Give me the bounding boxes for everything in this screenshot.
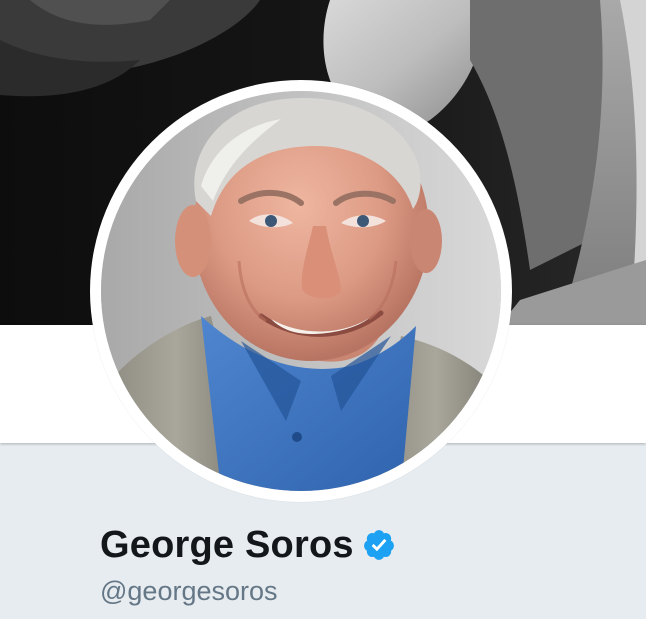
profile-page: George Soros @georgesoros [0, 0, 646, 619]
avatar-photo [101, 91, 501, 491]
profile-handle[interactable]: @georgesoros [100, 574, 278, 608]
profile-display-name[interactable]: George Soros [100, 522, 354, 568]
verified-check-icon [362, 528, 396, 562]
profile-avatar[interactable] [101, 91, 501, 491]
profile-name-row: George Soros [100, 522, 396, 568]
